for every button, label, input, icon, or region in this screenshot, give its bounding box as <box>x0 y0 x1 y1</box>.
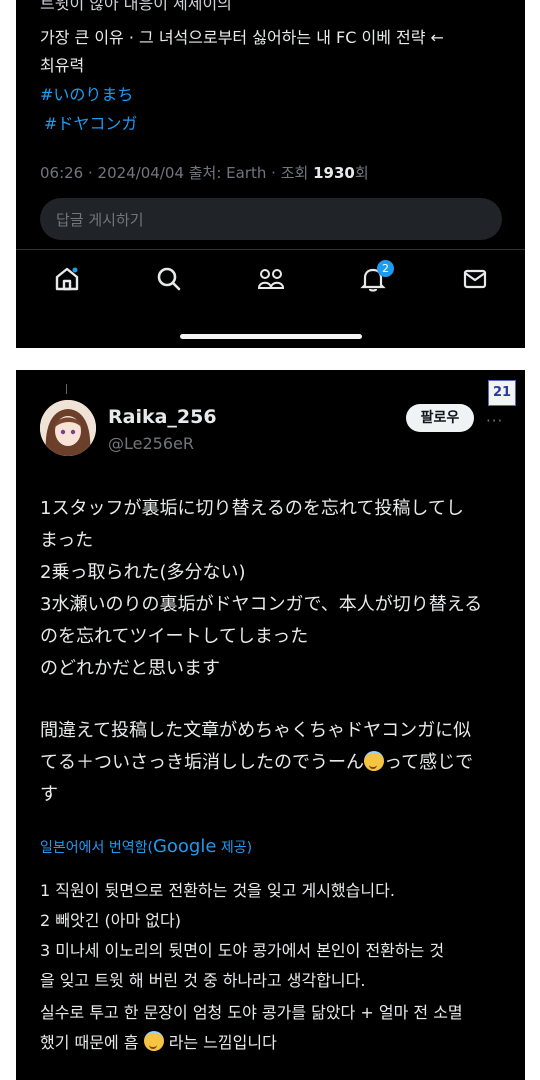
translated-text-segment: 라는 느낌입니다 <box>168 1033 277 1052</box>
translation-suffix: 제공) <box>216 840 253 856</box>
tweet-metadata: 06:26 · 2024/04/04 출처: Earth · 조회 1930회 <box>40 162 369 183</box>
tweet-text-line: 3水瀬いのりの裏垢がドヤコンガで、本人が切り替える <box>40 594 483 615</box>
view-count: 1930 <box>313 164 355 182</box>
tweet-text-line: す <box>40 784 58 805</box>
translated-text-segment: 했기 때문에 흠 <box>40 1033 139 1052</box>
translated-text-line: 을 잊고 트윗 해 버린 것 중 하나라고 생각합니다. <box>40 971 366 990</box>
translated-text-line: 3 미나세 이노리의 뒷면이 도야 콩가에서 본인이 전환하는 것 <box>40 941 445 960</box>
smiling-face-with-halo-icon <box>143 1031 164 1051</box>
page-number-badge: 21 <box>488 380 516 406</box>
notification-badge: 2 <box>377 260 394 277</box>
google-brand: Google <box>152 836 217 857</box>
more-options-icon[interactable]: ··· <box>486 412 503 430</box>
tweet-text-line: 가장 큰 이유 · 그 녀석으로부터 싫어하는 내 FC 이베 전략 ← <box>40 28 444 47</box>
translated-text-line: 1 직원이 뒷면으로 전환하는 것을 잊고 게시했습니다. <box>40 881 395 900</box>
home-icon[interactable] <box>50 262 84 296</box>
tweet-text-line: てる＋ついさっき垢消ししたのでうーん って感じで <box>40 748 473 774</box>
smiling-face-with-halo-icon <box>364 751 384 771</box>
follow-button[interactable]: 팔로우 <box>406 404 474 432</box>
tweet-text-segment: って感じで <box>384 752 474 773</box>
translated-text-line: 2 빼앗긴 (아마 없다) <box>40 911 181 930</box>
tweet-text-line: 1スタッフが裏垢に切り替えるのを忘れて投稿してし <box>40 498 464 519</box>
notifications-icon[interactable]: 2 <box>356 260 394 296</box>
user-display-name[interactable]: Raika_256 <box>108 406 217 428</box>
messages-icon[interactable] <box>458 262 492 296</box>
tweet-text-line: 최유력 <box>40 56 85 75</box>
tweet-text-line: のどれかだと思います <box>40 658 220 679</box>
tweet-text-cut-line: 트윗이 않아 대응이 세세이의 <box>40 0 232 13</box>
tweet-panel: 21 Raika_256 @Le256eR 팔로우 ··· 1スタッフが裏垢に切… <box>16 370 525 1080</box>
tweet-text-line: 2乗っ取られた(多分ない) <box>40 562 246 583</box>
divider-tick <box>66 384 67 394</box>
home-indicator <box>180 334 362 339</box>
nav-divider <box>16 249 525 250</box>
tweet-text-line: 間違えて投稿した文章がめちゃくちゃドヤコンガに似 <box>40 720 472 741</box>
translated-text-line: 했기 때문에 흠 라는 느낌입니다 <box>40 1029 277 1053</box>
tweet-text-line: のを忘れてツイートしてしまった <box>40 626 309 647</box>
search-icon[interactable] <box>152 262 186 296</box>
hashtag-link[interactable]: #いのりまち <box>40 81 133 105</box>
tweet-text-line: まった <box>40 530 94 551</box>
translated-text-line: 실수로 투고 한 문장이 엄청 도야 콩가를 닮았다 + 얼마 전 소멸 <box>40 1003 463 1022</box>
translation-prefix: 일본어에서 번역함( <box>40 840 153 856</box>
tweet-text-segment: てる＋ついさっき垢消ししたのでうーん <box>40 752 364 773</box>
translation-attribution-link[interactable]: 일본어에서 번역함(Google 제공) <box>40 836 252 857</box>
avatar[interactable] <box>40 400 96 456</box>
tweet-timestamp-source: 06:26 · 2024/04/04 출처: Earth · 조회 <box>40 164 314 182</box>
tweet-detail-panel: 트윗이 않아 대응이 세세이의 가장 큰 이유 · 그 녀석으로부터 싫어하는 … <box>16 0 525 348</box>
reply-input[interactable]: 답글 게시하기 <box>40 198 502 240</box>
hashtag-link[interactable]: #ドヤコンガ <box>44 110 137 134</box>
communities-icon[interactable] <box>254 262 288 296</box>
reply-placeholder: 답글 게시하기 <box>56 211 144 229</box>
user-handle[interactable]: @Le256eR <box>108 434 194 453</box>
view-count-unit: 회 <box>354 164 369 182</box>
